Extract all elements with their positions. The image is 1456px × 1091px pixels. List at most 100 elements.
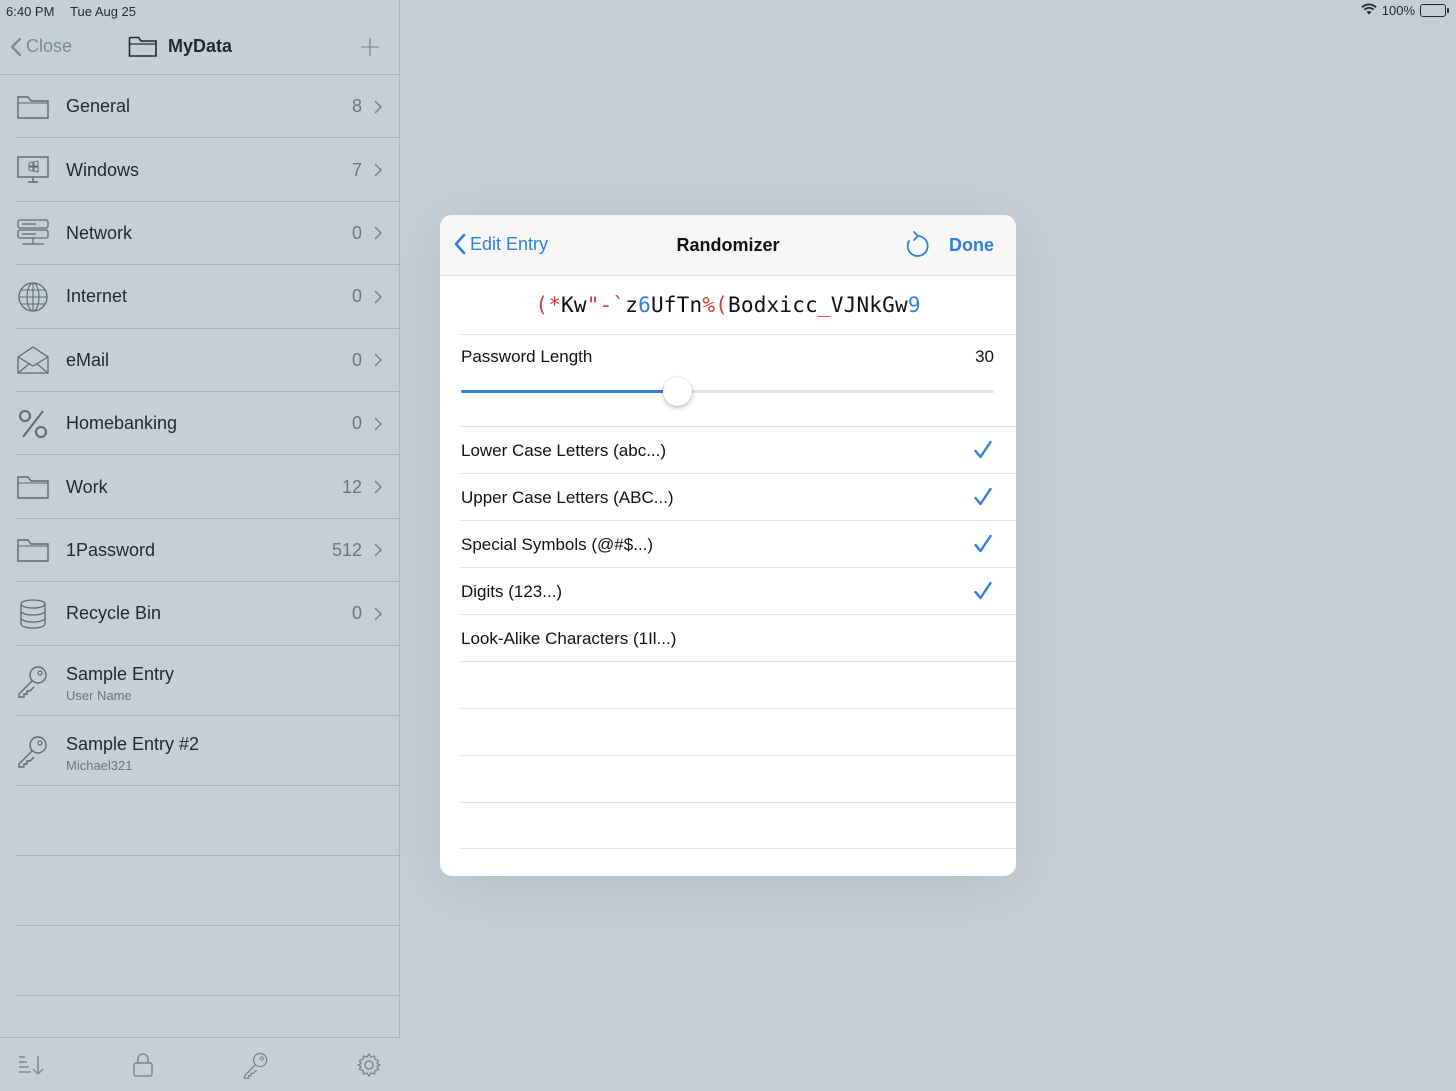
list-item-count: 8 [351,96,362,117]
entry-title: Sample Entry #2 [66,733,200,754]
chevron-left-icon [10,37,22,56]
folder-open-icon [128,36,157,57]
option-label: Upper Case Letters (ABC...) [461,488,674,507]
list-item-1password[interactable]: 1Password 512 [0,519,400,583]
folder-icon [16,533,50,567]
list-item-homebanking[interactable]: Homebanking 0 [0,392,400,456]
list-item-email[interactable]: eMail 0 [0,329,400,393]
plus-icon [361,38,379,56]
checkmark-icon [974,440,992,459]
divider [461,848,1016,849]
list-item-work[interactable]: Work 12 [0,455,400,520]
list-item-general[interactable]: General 8 [0,75,400,139]
dialog-header: Edit Entry Randomizer Done [440,215,1016,276]
option-digits[interactable]: Digits (123...) [440,568,1016,615]
entry-row-sample-entry-2[interactable]: Sample Entry #2 Michael321 [0,716,400,786]
option-uppercase[interactable]: Upper Case Letters (ABC...) [440,474,1016,521]
option-label: Lower Case Letters (abc...) [461,441,667,460]
lock-icon [133,1053,153,1077]
list-item-label: 1Password [66,539,156,560]
list-item-count: 0 [351,603,362,624]
percent-icon [16,407,50,441]
list-item-label: Windows [66,159,140,180]
sidebar-nav-bar: Close MyData [0,22,400,75]
option-label: Digits (123...) [461,582,563,601]
checkmark-icon [974,487,992,506]
battery-percent: 100% [1381,3,1415,18]
key-tools-button[interactable] [241,1050,271,1080]
slider-fill [461,390,677,393]
list-item-network[interactable]: Network 0 [0,202,400,266]
envelope-icon [16,343,50,377]
group-list: General 8 Windows 7 Network 0 Internet 0… [0,75,400,996]
list-item-label: Recycle Bin [66,603,162,624]
option-look-alike[interactable]: Look-Alike Characters (1Il...) [440,615,1016,662]
slider-thumb[interactable] [662,377,692,406]
chevron-right-icon [374,353,382,367]
password-length-slider[interactable] [461,377,994,406]
entry-title: Sample Entry [66,663,175,684]
list-item-count: 0 [351,349,362,370]
chevron-right-icon [374,290,382,304]
list-item-count: 12 [341,476,362,497]
entry-subtitle: Michael321 [66,757,133,773]
chevron-right-icon [374,417,382,431]
refresh-icon [906,231,929,257]
add-button[interactable] [360,32,380,64]
key-icon [243,1052,268,1079]
list-item-label: Homebanking [66,413,178,434]
battery-icon [1420,4,1449,17]
chevron-right-icon [374,163,382,177]
settings-button[interactable] [354,1050,384,1080]
entry-subtitle: User Name [66,687,132,703]
generated-password: (*Kw"-`z6UfTn%(Bodxicc_VJNkGw9 [535,293,921,317]
list-item-label: Work [66,476,108,497]
list-item-count: 0 [351,413,362,434]
password-length-value: 30 [975,347,994,366]
option-special-symbols[interactable]: Special Symbols (@#$...) [440,521,1016,568]
chevron-right-icon [374,100,382,114]
close-button[interactable]: Close [10,36,72,57]
divider [461,755,1016,756]
password-length-label: Password Length [461,347,593,366]
list-item-label: General [66,96,131,117]
key-icon [16,734,50,768]
regenerate-button[interactable] [905,231,931,264]
divider [461,334,1016,335]
folder-icon [16,90,50,124]
status-bar: 6:40 PM Tue Aug 25 100% [0,0,1456,22]
chevron-right-icon [374,226,382,241]
chevron-right-icon [374,607,382,621]
checkmark-icon [974,581,992,600]
list-item-internet[interactable]: Internet 0 [0,265,400,329]
empty-row [0,786,400,856]
divider [461,708,1016,709]
sidebar: Close MyData General 8 Windows 7 Network… [0,0,400,1091]
done-button[interactable]: Done [949,235,994,256]
server-icon [16,216,50,250]
status-date: Tue Aug 25 [70,4,137,19]
wifi-icon [1361,3,1377,18]
option-lowercase[interactable]: Lower Case Letters (abc...) [440,427,1016,474]
list-item-count: 0 [351,222,362,243]
sort-button[interactable] [16,1050,46,1080]
checkmark-icon [974,534,992,553]
empty-row [0,926,400,996]
list-item-count: 0 [351,286,362,307]
status-right: 100% [1361,3,1449,18]
gear-icon [357,1053,381,1077]
sidebar-toolbar [0,1037,400,1091]
status-time: 6:40 PM [6,4,55,19]
sidebar-title: MyData [128,34,232,58]
list-item-windows[interactable]: Windows 7 [0,138,400,203]
option-label: Look-Alike Characters (1Il...) [461,629,677,648]
list-item-label: eMail [66,349,110,370]
option-label: Special Symbols (@#$...) [461,535,654,554]
entry-row-sample-entry[interactable]: Sample Entry User Name [0,646,400,716]
close-label: Close [26,36,73,56]
windows-computer-icon [16,153,50,187]
list-item-count: 7 [351,159,362,180]
list-item-recycle-bin[interactable]: Recycle Bin 0 [0,582,400,646]
divider [461,661,1016,662]
lock-button[interactable] [128,1050,158,1080]
